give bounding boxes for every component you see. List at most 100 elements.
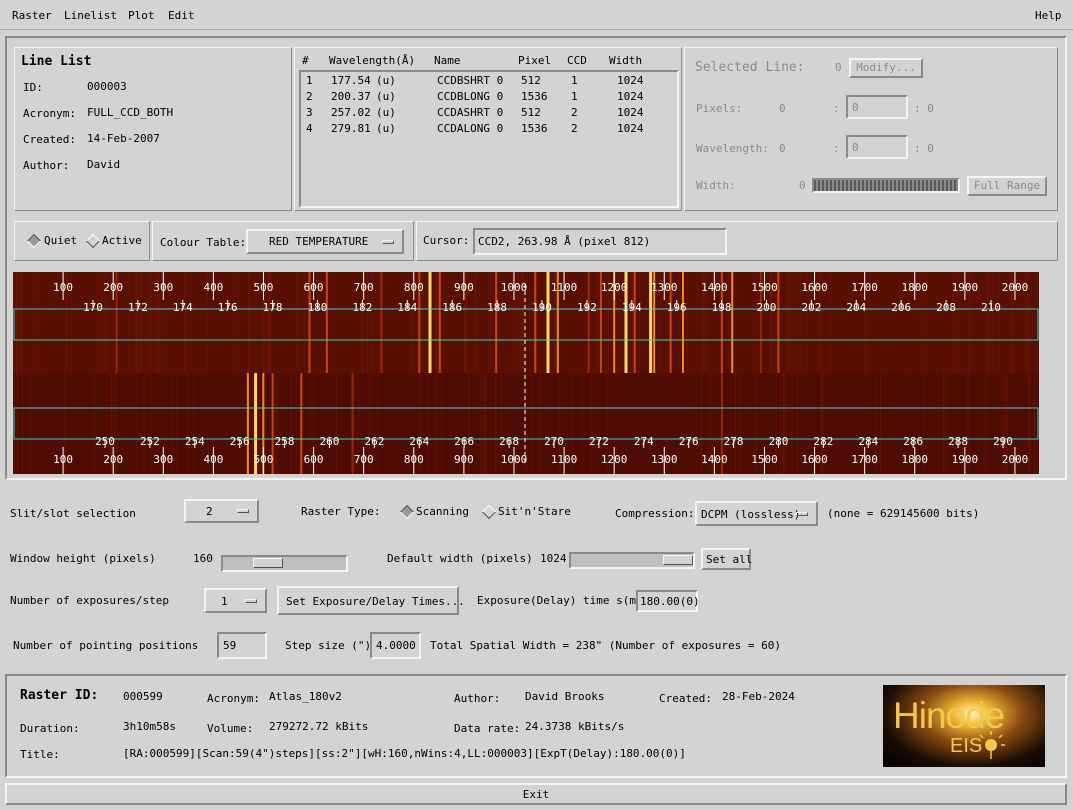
noise-streak [335,373,337,474]
menu-help[interactable]: Help [1035,9,1062,22]
ccd1-wavelength-label: 192 [577,301,597,314]
noise-streak [796,272,798,373]
ccd1-wavelength-label: 174 [173,301,193,314]
scanning-radio[interactable] [399,504,415,520]
menu-edit[interactable]: Edit [168,9,195,22]
ccd2-wavelength-label: 274 [634,435,654,448]
title-label: Title: [20,748,60,761]
noise-streak [490,272,491,373]
ccd1-emission-line [587,272,590,373]
selected-line-value: 0 [835,61,842,74]
noise-streak [21,373,23,474]
noise-streak [946,373,948,474]
ccd1-wavelength-label: 200 [757,301,777,314]
pixel-tick-label-bottom: 600 [304,453,324,466]
exposures-dropdown[interactable]: 1 [204,588,267,613]
width-slider[interactable] [812,178,960,193]
table-cell: 1536 [521,90,548,103]
table-cell: 279.81 [331,122,371,135]
noise-streak [96,272,98,373]
noise-streak [643,373,645,474]
pixels-input[interactable]: 0 [846,95,908,119]
table-cell: 200.37 [331,90,371,103]
ccd2-wavelength-label: 268 [499,435,519,448]
menu-raster[interactable]: Raster [12,9,52,22]
menu-plot[interactable]: Plot [128,9,155,22]
noise-streak [377,373,378,474]
col-header-index: # [302,54,309,67]
quiet-radio[interactable] [26,233,42,249]
noise-streak [150,373,152,474]
raster-author: David Brooks [525,690,605,703]
exit-button[interactable]: Exit [5,783,1067,805]
ccd2-wavelength-label: 284 [858,435,878,448]
noise-streak [290,373,292,474]
pixel-tick-label-bottom: 1100 [551,453,578,466]
noise-streak [787,272,789,373]
set-all-button[interactable]: Set all [701,548,752,570]
pointing-input[interactable]: 59 [217,632,267,659]
sit-n-stare-radio[interactable] [481,504,497,520]
noise-streak [983,373,985,474]
line-list-id-label: ID: [23,81,43,94]
noise-streak [437,272,439,373]
noise-streak [998,272,1000,373]
noise-streak [527,373,529,474]
duration-label: Duration: [20,722,80,735]
table-cell: 512 [521,106,541,119]
pixels-separator: : [833,102,840,115]
noise-streak [483,373,485,474]
ccd1-wavelength-label: 196 [667,301,687,314]
noise-streak [944,373,946,474]
step-size-label: Step size (") [285,639,372,652]
window-height-slider-thumb[interactable] [253,558,283,568]
noise-streak [782,373,784,474]
pixels-label: Pixels: [696,102,743,115]
step-size-input[interactable]: 4.0000 [370,632,421,659]
noise-streak [136,272,137,373]
lines-list[interactable]: 1 177.54 (u) CCDBSHRT 0 512 1 1024 2 200.37 (u) CC… [299,70,679,208]
col-header-wavelength: Wavelength(Å) [329,54,416,67]
default-width-slider[interactable] [569,552,695,569]
raster-id: 000599 [123,690,163,703]
noise-streak [184,272,186,373]
noise-streak [242,272,243,373]
full-range-button[interactable]: Full Range [967,176,1047,196]
exposure-time-field[interactable]: 180.00(0) [636,590,700,612]
noise-streak [793,272,795,373]
ccd2-wavelength-label: 286 [903,435,923,448]
window-height-slider[interactable] [221,555,348,572]
slit-dropdown[interactable]: 2 [184,499,259,523]
ccd1-wavelength-label: 176 [218,301,238,314]
noise-streak [83,272,85,373]
pixel-tick-label-bottom: 300 [153,453,173,466]
ccd2-wavelength-label: 278 [724,435,744,448]
table-cell: 1024 [617,122,644,135]
set-exposure-button[interactable]: Set Exposure/Delay Times... [277,586,465,615]
cursor-label: Cursor: [423,234,470,247]
pixel-tick-label-bottom: 200 [103,453,123,466]
active-radio[interactable] [85,233,101,249]
noise-streak [536,272,538,373]
compression-dropdown[interactable]: DCPM (lossless) [695,501,818,526]
wavelength-input[interactable]: 0 [846,135,908,159]
default-width-slider-thumb[interactable] [663,555,693,565]
noise-streak [999,373,1001,474]
modify-button[interactable]: Modify... [849,58,923,78]
table-cell: CCDBLONG 0 [437,90,504,103]
ccd-spectrum-image[interactable]: 100 100 200 200 300 300 400 400 500 500 600 600 700 7… [13,272,1039,474]
menu-linelist[interactable]: Linelist [64,9,117,22]
ccd1-wavelength-label: 182 [352,301,372,314]
window-height-value: 160 [193,552,213,565]
noise-streak [496,373,498,474]
pixel-tick-label-top: 700 [354,281,374,294]
selected-line-panel: Selected Line: 0 Modify... Pixels: 0 : 0… [684,47,1058,211]
noise-streak [639,272,640,373]
menu-bar: Raster Linelist Plot Edit Help [0,0,1073,30]
colour-table-dropdown[interactable]: RED TEMPERATURE [246,229,404,254]
pixel-tick-label-top: 1300 [651,281,678,294]
noise-streak [487,272,489,373]
ccd1-emission-line [731,272,734,373]
ccd1-wavelength-label: 184 [397,301,417,314]
pixel-tick-label-bottom: 900 [454,453,474,466]
